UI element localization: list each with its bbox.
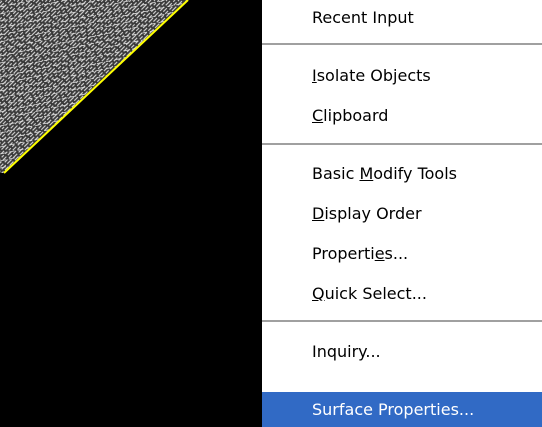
menu-item-label: Recent Input	[312, 8, 414, 27]
menu-separator	[262, 143, 542, 146]
menu-item-label: Clipboard	[312, 106, 389, 125]
menu-item-label: Inquiry...	[312, 342, 381, 361]
surface-drawing	[0, 0, 189, 174]
menu-item-isolate-objects[interactable]: Isolate Objects	[262, 60, 542, 92]
menu-item-recent-input[interactable]: Recent Input	[262, 2, 542, 34]
menu-item-label: Properties...	[312, 244, 409, 263]
menu-item-display-order[interactable]: Display Order	[262, 198, 542, 230]
surface-hatch	[0, 0, 188, 173]
menu-item-label: Surface Properties...	[312, 400, 475, 419]
menu-separator	[262, 320, 542, 323]
menu-item-label: Display Order	[312, 204, 422, 223]
menu-item-surface-properties[interactable]: Surface Properties...	[262, 392, 542, 427]
drawing-canvas[interactable]	[0, 0, 262, 427]
menu-item-clipboard[interactable]: Clipboard	[262, 100, 542, 132]
application-window: Recent Input Isolate Objects Clipboard B…	[0, 0, 542, 427]
menu-item-label: Basic Modify Tools	[312, 164, 457, 183]
menu-item-label: Quick Select...	[312, 284, 427, 303]
menu-item-properties[interactable]: Properties...	[262, 238, 542, 270]
menu-item-label: Isolate Objects	[312, 66, 431, 85]
menu-item-basic-modify-tools[interactable]: Basic Modify Tools	[262, 158, 542, 190]
menu-item-inquiry[interactable]: Inquiry...	[262, 336, 542, 368]
menu-separator	[262, 43, 542, 46]
context-menu: Recent Input Isolate Objects Clipboard B…	[262, 0, 542, 427]
menu-item-quick-select[interactable]: Quick Select...	[262, 278, 542, 310]
